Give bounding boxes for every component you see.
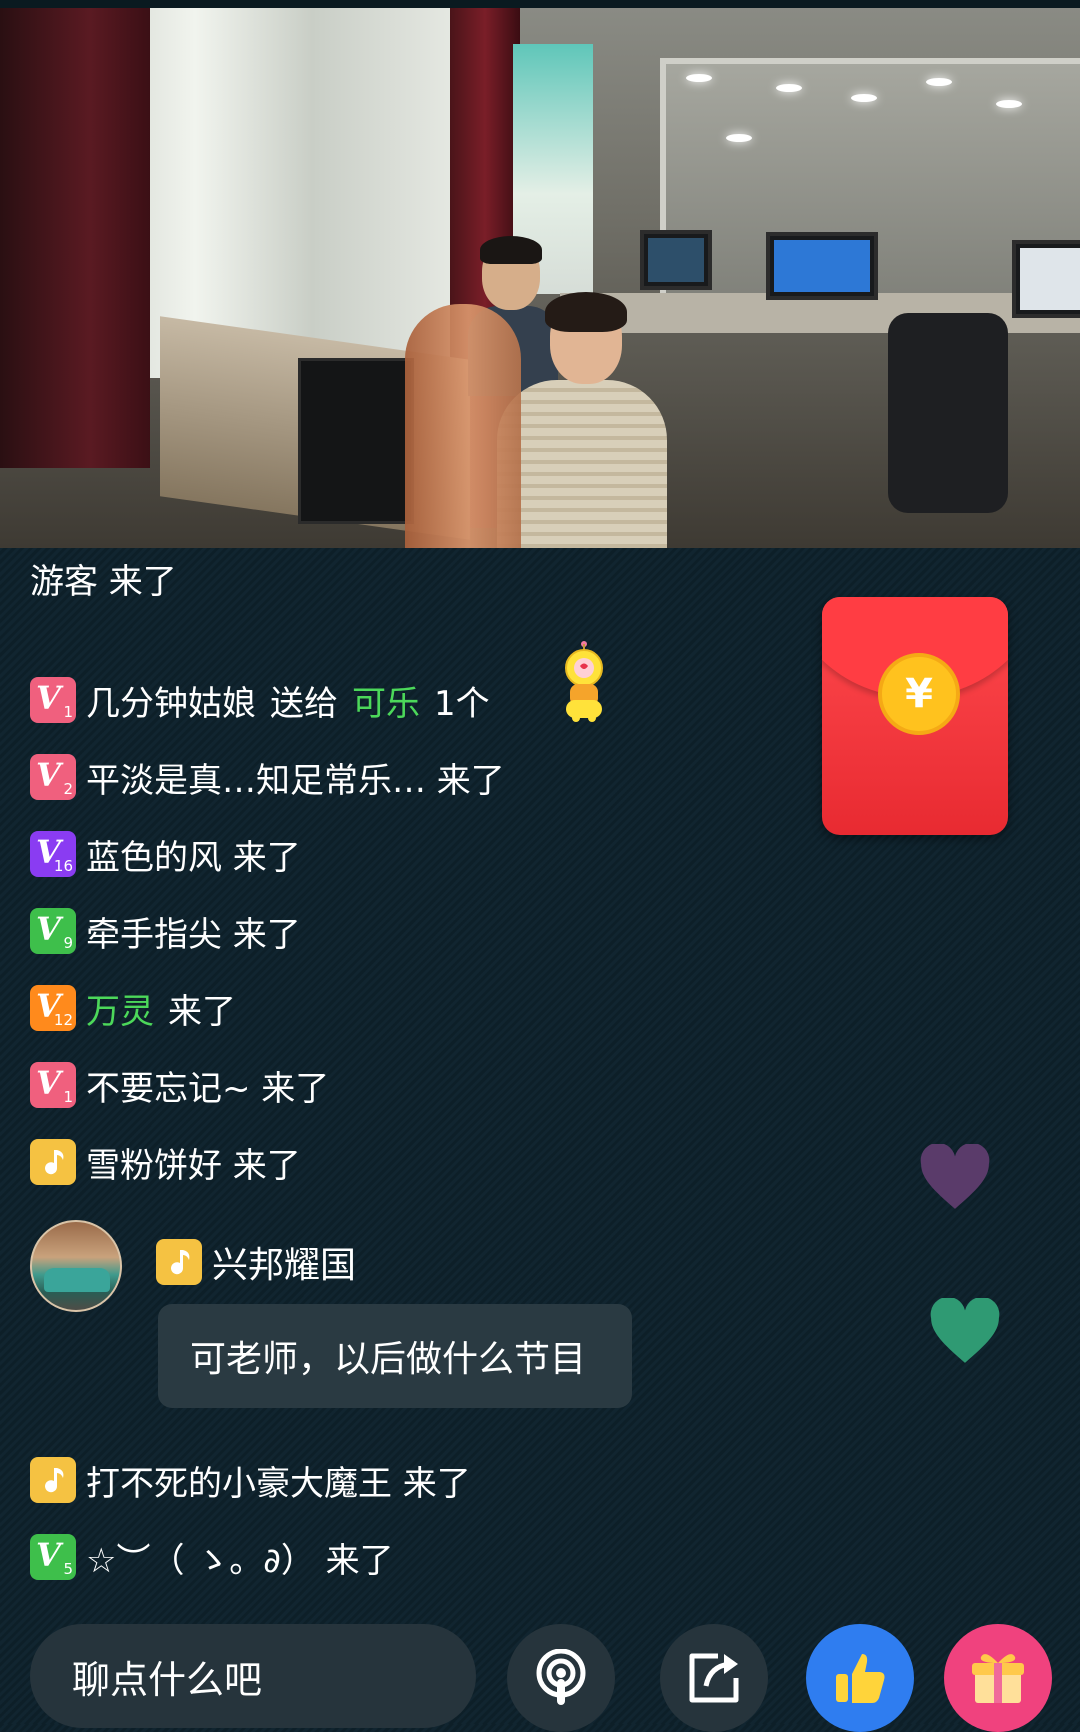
like-button[interactable] (806, 1624, 914, 1732)
monitor (766, 232, 878, 300)
ceiling-light (776, 84, 802, 92)
chat-text: ☆︶（ ゝ。∂） 来了 (86, 1540, 394, 1581)
gift-button[interactable] (944, 1624, 1052, 1732)
ceiling-light (926, 78, 952, 86)
status-strip (0, 0, 1080, 8)
chat-text: 蓝色的风 来了 (86, 837, 301, 878)
share-button[interactable] (660, 1624, 768, 1732)
chat-message: V5 ☆︶（ ゝ。∂） 来了 (30, 1533, 394, 1581)
chat-message: 雪粉饼好 来了 (30, 1138, 301, 1186)
comment-sender: 兴邦耀国 (156, 1236, 356, 1288)
gift-box-icon (972, 1654, 1024, 1703)
vip-level-number: 9 (63, 934, 73, 952)
finger (405, 304, 521, 548)
heart-icon (930, 1298, 1000, 1363)
red-packet-button[interactable]: ¥ (822, 597, 1008, 835)
music-note-icon (171, 1250, 190, 1275)
chat-message: V2 平淡是真…知足常乐… 来了 (30, 753, 505, 801)
avatar[interactable] (30, 1220, 122, 1312)
chat-username[interactable]: 兴邦耀国 (212, 1236, 356, 1288)
ceiling-light (726, 134, 752, 142)
ceiling-light (686, 74, 712, 82)
avatar-car (44, 1268, 110, 1292)
fan-badge (30, 1457, 76, 1503)
music-note-icon (45, 1468, 64, 1493)
gift-recipient: 可乐 (352, 683, 420, 724)
vip-level-number: 12 (53, 1011, 73, 1029)
vip-level-number: 1 (63, 703, 73, 721)
vip-level-number: 1 (63, 1088, 73, 1106)
chat-text: 打不死的小豪大魔王 来了 (86, 1463, 471, 1504)
podcast-icon (536, 1649, 586, 1705)
podcast-button[interactable] (507, 1624, 615, 1732)
chat-username[interactable]: 几分钟姑娘 (86, 676, 256, 725)
chat-username[interactable]: 万灵 (86, 984, 154, 1033)
gift-doll-icon (565, 641, 603, 722)
music-note-icon (45, 1150, 64, 1175)
vip-level-badge: V5 (30, 1534, 76, 1580)
chat-text: 游客 来了 (30, 561, 177, 602)
chat-input[interactable]: 聊点什么吧 (30, 1624, 476, 1728)
person (545, 292, 627, 332)
chat-action: 送给 (270, 683, 338, 724)
chat-text: 来了 (168, 991, 236, 1032)
vip-level-number: 16 (53, 857, 73, 875)
ceiling-light (851, 94, 877, 102)
vip-level-badge: V2 (30, 754, 76, 800)
chat-message: V9 牵手指尖 来了 (30, 907, 301, 955)
fan-badge (30, 1139, 76, 1185)
chat-message: 游客 来了 (30, 554, 177, 602)
comment-text: 可老师，以后做什么节目 (190, 1339, 587, 1380)
vip-level-badge: V 16 (30, 831, 76, 877)
vip-level-badge: V9 (30, 908, 76, 954)
live-video[interactable] (0, 8, 1080, 548)
chat-text: 平淡是真…知足常乐… 来了 (86, 760, 505, 801)
yuan-coin-icon: ¥ (878, 653, 960, 735)
monitor (1012, 240, 1080, 318)
vip-level-badge: V 12 (30, 985, 76, 1031)
vip-level-number: 2 (63, 780, 73, 798)
chat-message: 打不死的小豪大魔王 来了 (30, 1456, 471, 1504)
chat-text: 不要忘记~ 来了 (86, 1068, 330, 1109)
thumbs-up-icon (836, 1654, 885, 1703)
chat-message: V 16 蓝色的风 来了 (30, 830, 301, 878)
fan-badge (156, 1239, 202, 1285)
chat-input-placeholder: 聊点什么吧 (72, 1657, 263, 1702)
chat-text: 雪粉饼好 来了 (86, 1145, 301, 1186)
bottom-bar: 聊点什么吧 (0, 1616, 1080, 1732)
vip-level-badge: V1 (30, 1062, 76, 1108)
monitor (298, 358, 414, 524)
share-icon (689, 1653, 739, 1703)
chat-message: V1 几分钟姑娘 送给 可乐 1个 (30, 676, 490, 724)
heart-icon (920, 1144, 990, 1209)
chat-message: V 12 万灵 来了 (30, 984, 236, 1032)
monitor (640, 230, 712, 290)
gift-count: 1个 (434, 683, 490, 724)
chair (888, 313, 1008, 513)
curtain (0, 8, 150, 468)
vip-level-number: 5 (63, 1560, 73, 1578)
ceiling-light (996, 100, 1022, 108)
chat-message: V1 不要忘记~ 来了 (30, 1061, 329, 1109)
comment-bubble: 可老师，以后做什么节目 (158, 1304, 632, 1408)
chat-text: 牵手指尖 来了 (86, 914, 301, 955)
person (497, 380, 667, 548)
vip-level-badge: V1 (30, 677, 76, 723)
person (480, 236, 542, 264)
